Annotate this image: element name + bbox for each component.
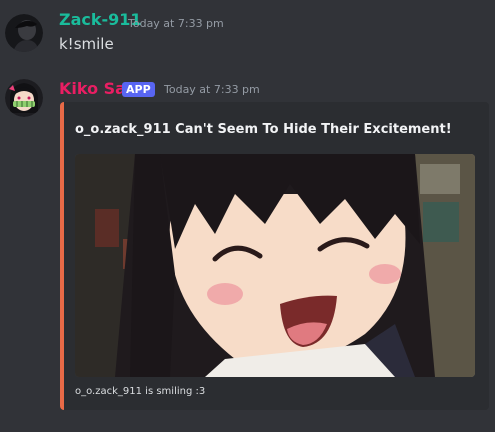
- embed-title: o_o.zack_911 Can't Seem To Hide Their Ex…: [75, 122, 452, 137]
- timestamp-zack: Today at 7:33 pm: [128, 17, 224, 30]
- anime-girl-smiling-image[interactable]: [75, 154, 475, 377]
- embed-card: o_o.zack_911 Can't Seem To Hide Their Ex…: [60, 102, 489, 410]
- avatar-kiko[interactable]: [5, 79, 43, 117]
- message-zack: Zack-911 Today at 7:33 pm k!smile: [0, 0, 495, 70]
- chat-log: Zack-911 Today at 7:33 pm k!smile Kiko S…: [0, 0, 495, 432]
- app-badge: APP: [122, 82, 155, 97]
- embed-footer: o_o.zack_911 is smiling :3: [75, 386, 206, 397]
- message-text: k!smile: [59, 35, 114, 53]
- avatar-zack[interactable]: [5, 14, 43, 52]
- timestamp-kiko: Today at 7:33 pm: [164, 83, 260, 96]
